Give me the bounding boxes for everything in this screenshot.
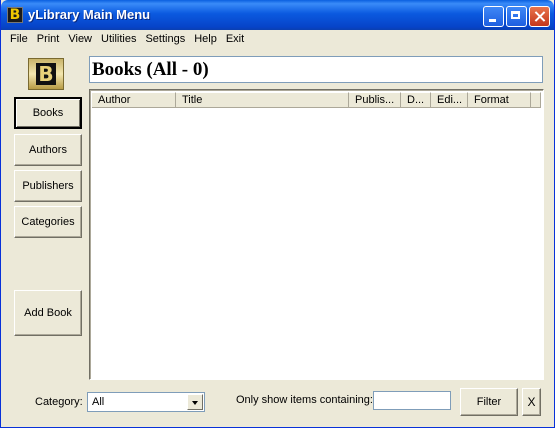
filter-label: Only show items containing:	[236, 394, 373, 406]
close-button[interactable]	[529, 6, 550, 27]
category-select-value: All	[92, 396, 105, 408]
chevron-down-icon[interactable]	[187, 394, 203, 410]
app-logo: B	[28, 58, 64, 90]
column-edition[interactable]: Edi...	[431, 92, 468, 108]
publishers-button-label: Publishers	[22, 180, 74, 192]
column-date[interactable]: D...	[401, 92, 431, 108]
column-format[interactable]: Format	[468, 92, 531, 108]
minimize-button[interactable]	[483, 6, 504, 27]
books-list[interactable]: Author Title Publis... D... Edi... Forma…	[89, 89, 544, 380]
clear-filter-label: X	[527, 395, 536, 409]
maximize-button[interactable]	[506, 6, 527, 27]
categories-button[interactable]: Categories	[14, 206, 82, 238]
menu-print[interactable]: Print	[32, 31, 64, 49]
menu-utilities[interactable]: Utilities	[96, 31, 140, 49]
column-filler	[531, 92, 541, 108]
menu-settings[interactable]: Settings	[140, 31, 189, 49]
category-select[interactable]: All	[87, 392, 205, 412]
books-button[interactable]: Books	[14, 97, 82, 129]
column-publisher[interactable]: Publis...	[349, 92, 401, 108]
main-window: B yLibrary Main Menu File Print View Uti…	[0, 0, 555, 428]
filter-button[interactable]: Filter	[460, 388, 518, 416]
title-bar[interactable]: B yLibrary Main Menu	[1, 0, 554, 30]
categories-button-label: Categories	[21, 216, 75, 228]
add-book-button[interactable]: Add Book	[14, 290, 82, 336]
menu-help[interactable]: Help	[189, 31, 221, 49]
column-author[interactable]: Author	[92, 92, 176, 108]
publishers-button[interactable]: Publishers	[14, 170, 82, 202]
menu-exit[interactable]: Exit	[221, 31, 248, 49]
list-header: Author Title Publis... D... Edi... Forma…	[92, 92, 541, 108]
authors-button[interactable]: Authors	[14, 134, 82, 166]
category-label: Category:	[35, 396, 83, 408]
window-title: yLibrary Main Menu	[28, 7, 151, 22]
filter-input[interactable]	[373, 391, 451, 410]
logo-glyph: B	[36, 63, 56, 85]
add-book-button-label: Add Book	[24, 307, 72, 319]
authors-button-label: Authors	[29, 144, 67, 156]
app-icon[interactable]: B	[7, 7, 23, 23]
filter-button-label: Filter	[476, 396, 502, 408]
page-title: Books (All - 0)	[89, 56, 543, 83]
books-button-label: Books	[32, 107, 64, 119]
clear-filter-button[interactable]: X	[522, 388, 541, 416]
menu-bar: File Print View Utilities Settings Help …	[5, 31, 248, 49]
column-title[interactable]: Title	[176, 92, 349, 108]
menu-file[interactable]: File	[5, 31, 32, 49]
menu-view[interactable]: View	[63, 31, 96, 49]
